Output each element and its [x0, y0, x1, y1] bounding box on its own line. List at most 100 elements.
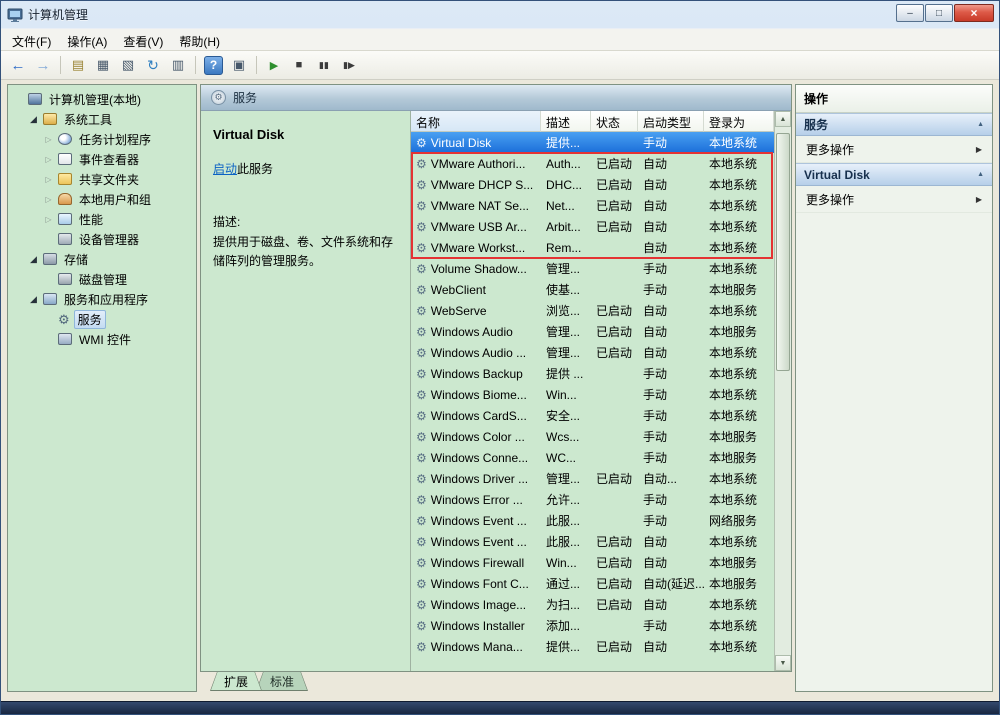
- tab-standard[interactable]: 标准: [256, 672, 308, 691]
- restart-service-button[interactable]: ▮▶: [337, 54, 361, 76]
- properties-button[interactable]: ▧: [116, 54, 140, 76]
- menu-help[interactable]: 帮助(H): [171, 29, 228, 50]
- service-row[interactable]: ⚙Virtual Disk提供...手动本地系统: [411, 132, 774, 153]
- service-row[interactable]: ⚙VMware Workst...Rem...自动本地系统: [411, 237, 774, 258]
- menu-action[interactable]: 操作(A): [59, 29, 115, 50]
- export-list-button[interactable]: ▥: [166, 54, 190, 76]
- service-icon: ⚙: [416, 158, 427, 170]
- service-row[interactable]: ⚙Windows Driver ...管理...已启动自动...本地系统: [411, 468, 774, 489]
- tree-item-label: 任务计划程序: [76, 130, 154, 149]
- service-row[interactable]: ⚙Windows Audio管理...已启动自动本地服务: [411, 321, 774, 342]
- service-description: Win...: [541, 552, 591, 573]
- service-row[interactable]: ⚙Windows Font C...通过...已启动自动(延迟...本地服务: [411, 573, 774, 594]
- expand-arrow-icon[interactable]: ▷: [43, 215, 54, 224]
- service-name-cell: ⚙Windows Audio: [411, 321, 541, 342]
- service-row[interactable]: ⚙WebServe浏览...已启动自动本地系统: [411, 300, 774, 321]
- tree-item-task-scheduler[interactable]: ▷ 任务计划程序: [8, 129, 196, 149]
- tree-item-shared-folders[interactable]: ▷共享文件夹: [8, 169, 196, 189]
- service-row[interactable]: ⚙Windows Event ...此服...手动网络服务: [411, 510, 774, 531]
- menu-view[interactable]: 查看(V): [115, 29, 171, 50]
- tree-item-system-tools[interactable]: ◢ 系统工具: [8, 109, 196, 129]
- service-name-cell: ⚙Volume Shadow...: [411, 258, 541, 279]
- tree-item-label: 事件查看器: [76, 150, 142, 169]
- start-service-suffix: 此服务: [237, 162, 273, 176]
- tree-item-local-users-groups[interactable]: ▷本地用户和组: [8, 189, 196, 209]
- service-row[interactable]: ⚙Windows Conne...WC...手动本地服务: [411, 447, 774, 468]
- show-console-tree-button[interactable]: ▦: [91, 54, 115, 76]
- actions-section-header-virtual-disk[interactable]: Virtual Disk▲: [796, 163, 992, 186]
- start-service-button[interactable]: ▶: [262, 54, 286, 76]
- maximize-button[interactable]: □: [925, 4, 953, 22]
- service-row[interactable]: ⚙VMware NAT Se...Net...已启动自动本地系统: [411, 195, 774, 216]
- tree-item-services[interactable]: ⚙服务: [8, 309, 196, 329]
- service-row[interactable]: ⚙WebClient使基...手动本地服务: [411, 279, 774, 300]
- minimize-button[interactable]: –: [896, 4, 924, 22]
- tree-item-computer-management-local[interactable]: 计算机管理(本地): [8, 89, 196, 109]
- service-row[interactable]: ⚙Windows Mana...提供...已启动自动本地系统: [411, 636, 774, 657]
- service-row[interactable]: ⚙VMware DHCP S...DHC...已启动自动本地系统: [411, 174, 774, 195]
- help-button[interactable]: ?: [204, 56, 223, 75]
- action-item-more-actions[interactable]: 更多操作▶: [796, 186, 992, 213]
- expand-arrow-icon[interactable]: ▷: [43, 195, 54, 204]
- action-item-more-actions[interactable]: 更多操作▶: [796, 136, 992, 163]
- scroll-thumb[interactable]: [776, 133, 790, 371]
- show-action-pane-button[interactable]: ▣: [227, 54, 251, 76]
- service-row[interactable]: ⚙VMware USB Ar...Arbit...已启动自动本地系统: [411, 216, 774, 237]
- tree-item-performance[interactable]: ▷性能: [8, 209, 196, 229]
- collapse-arrow-icon[interactable]: ◢: [28, 294, 39, 305]
- refresh-button[interactable]: ↻: [141, 54, 165, 76]
- collapse-chevron-icon[interactable]: ▲: [977, 171, 984, 178]
- service-row[interactable]: ⚙Windows FirewallWin...已启动自动本地服务: [411, 552, 774, 573]
- collapse-arrow-icon[interactable]: ◢: [28, 254, 39, 265]
- service-row[interactable]: ⚙Windows Event ...此服...已启动自动本地系统: [411, 531, 774, 552]
- export-button[interactable]: ▤: [66, 54, 90, 76]
- menu-file[interactable]: 文件(F): [4, 29, 59, 50]
- tree-item-event-viewer[interactable]: ▷ 事件查看器: [8, 149, 196, 169]
- service-name-cell: ⚙Windows Image...: [411, 594, 541, 615]
- column-header-startup-type[interactable]: 启动类型: [638, 111, 704, 132]
- service-startup-type: 自动: [638, 300, 704, 321]
- service-name-cell: ⚙VMware Authori...: [411, 153, 541, 174]
- service-row[interactable]: ⚙Windows Installer添加...手动本地系统: [411, 615, 774, 636]
- close-button[interactable]: ×: [954, 4, 994, 22]
- actions-section-header-services[interactable]: 服务▲: [796, 113, 992, 136]
- service-status: 已启动: [591, 216, 638, 237]
- tree-item-disk-management[interactable]: 磁盘管理: [8, 269, 196, 289]
- tab-extended[interactable]: 扩展: [210, 672, 262, 691]
- service-logon-as: 本地系统: [704, 384, 774, 405]
- tree-item-storage[interactable]: ◢存储: [8, 249, 196, 269]
- start-service-link[interactable]: 启动: [213, 162, 237, 176]
- collapse-chevron-icon[interactable]: ▲: [977, 121, 984, 128]
- service-row[interactable]: ⚙Windows Biome...Win...手动本地系统: [411, 384, 774, 405]
- service-row[interactable]: ⚙Windows Color ...Wcs...手动本地服务: [411, 426, 774, 447]
- service-row[interactable]: ⚙VMware Authori...Auth...已启动自动本地系统: [411, 153, 774, 174]
- service-row[interactable]: ⚙Windows Image...为扫...已启动自动本地系统: [411, 594, 774, 615]
- stop-service-button[interactable]: ■: [287, 54, 311, 76]
- back-button[interactable]: ←: [6, 54, 30, 76]
- column-header-description[interactable]: 描述: [541, 111, 591, 132]
- expand-arrow-icon[interactable]: ▷: [43, 175, 54, 184]
- forward-button[interactable]: →: [31, 54, 55, 76]
- vertical-scrollbar[interactable]: ▲ ▼: [774, 111, 791, 671]
- scroll-up-button[interactable]: ▲: [775, 111, 791, 127]
- tree-item-wmi-control[interactable]: WMI 控件: [8, 329, 196, 349]
- service-row[interactable]: ⚙Windows Backup提供 ...手动本地系统: [411, 363, 774, 384]
- tree-item-label: 系统工具: [61, 110, 115, 129]
- column-header-logon-as[interactable]: 登录为: [704, 111, 774, 132]
- tree-item-services-and-applications[interactable]: ◢服务和应用程序: [8, 289, 196, 309]
- scroll-down-button[interactable]: ▼: [775, 655, 791, 671]
- service-row[interactable]: ⚙Windows CardS...安全...手动本地系统: [411, 405, 774, 426]
- expand-arrow-icon[interactable]: ▷: [43, 135, 54, 144]
- tree-item-device-manager[interactable]: 设备管理器: [8, 229, 196, 249]
- titlebar[interactable]: 计算机管理 –□×: [1, 1, 999, 28]
- tree-item-label: 磁盘管理: [76, 270, 130, 289]
- service-row[interactable]: ⚙Volume Shadow...管理...手动本地系统: [411, 258, 774, 279]
- pause-service-button[interactable]: ▮▮: [312, 54, 336, 76]
- column-header-status[interactable]: 状态: [591, 111, 638, 132]
- expand-arrow-icon[interactable]: ▷: [43, 155, 54, 164]
- service-row[interactable]: ⚙Windows Audio ...管理...已启动自动本地系统: [411, 342, 774, 363]
- service-icon: ⚙: [416, 641, 427, 653]
- collapse-arrow-icon[interactable]: ◢: [28, 114, 39, 125]
- column-header-name[interactable]: 名称: [411, 111, 541, 132]
- service-row[interactable]: ⚙Windows Error ...允许...手动本地系统: [411, 489, 774, 510]
